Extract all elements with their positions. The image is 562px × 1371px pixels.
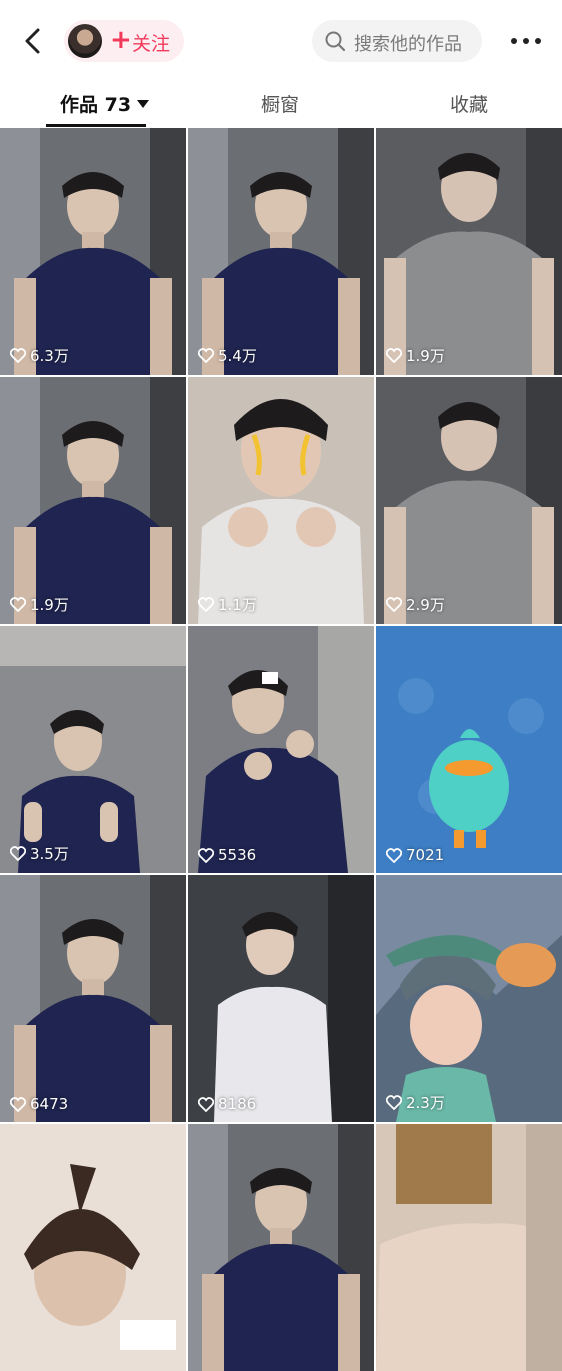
tab-works[interactable]: 作品 73: [60, 90, 150, 117]
thumbnail-image: [0, 1124, 186, 1371]
like-count: 6473: [10, 1095, 68, 1113]
thumbnail-image: [188, 377, 374, 624]
video-thumbnail[interactable]: [0, 1124, 186, 1371]
follow-button[interactable]: + 关注: [64, 20, 184, 62]
active-tab-indicator: [46, 124, 146, 127]
like-count-text: 5536: [218, 846, 257, 864]
tab-works-label: 作品 73: [60, 94, 132, 116]
thumbnail-image: [376, 626, 562, 873]
video-thumbnail[interactable]: 1.9万: [376, 128, 562, 375]
tab-favorites-label: 收藏: [450, 94, 489, 116]
like-count: 7021: [386, 846, 444, 864]
thumbnail-image: [376, 1124, 562, 1371]
like-count-text: 7021: [406, 846, 445, 864]
heart-icon: [10, 1096, 26, 1112]
like-count: 5536: [198, 846, 256, 864]
heart-icon: [198, 1096, 214, 1112]
video-thumbnail[interactable]: 6.3万: [0, 128, 186, 375]
heart-icon: [10, 597, 26, 612]
heart-icon: [386, 597, 402, 612]
video-thumbnail[interactable]: [376, 1124, 562, 1371]
more-options-icon[interactable]: [508, 26, 544, 56]
video-thumbnail[interactable]: 1.1万: [188, 377, 374, 624]
thumbnail-image: [0, 128, 186, 375]
video-thumbnail[interactable]: 3.5万: [0, 626, 186, 873]
heart-icon: [386, 847, 402, 863]
video-thumbnail[interactable]: 1.9万: [0, 377, 186, 624]
video-thumbnail[interactable]: 2.3万: [376, 875, 562, 1122]
like-count-text: 6.3万: [30, 347, 69, 365]
thumbnail-image: [376, 875, 562, 1122]
like-count-text: 3.5万: [30, 845, 69, 863]
like-count: 6.3万: [10, 345, 69, 366]
like-count: 8186: [198, 1095, 256, 1113]
like-count-text: 2.3万: [406, 1094, 445, 1112]
video-thumbnail[interactable]: [188, 1124, 374, 1371]
like-count-text: 6473: [30, 1095, 69, 1113]
like-count-text: 1.1万: [218, 596, 257, 614]
search-icon: [325, 31, 346, 52]
thumbnail-image: [0, 626, 186, 873]
like-count: 1.9万: [386, 345, 445, 366]
video-thumbnail[interactable]: 8186: [188, 875, 374, 1122]
thumbnail-image: [188, 128, 374, 375]
video-thumbnail[interactable]: 5536: [188, 626, 374, 873]
heart-icon: [198, 597, 214, 612]
follow-label: 关注: [132, 33, 171, 55]
video-thumbnail[interactable]: 2.9万: [376, 377, 562, 624]
avatar[interactable]: [68, 24, 102, 58]
thumbnail-image: [376, 128, 562, 375]
thumbnail-image: [376, 377, 562, 624]
thumbnail-image: [0, 875, 186, 1122]
like-count: 5.4万: [198, 345, 257, 366]
thumbnail-image: [188, 1124, 374, 1371]
like-count: 2.9万: [386, 594, 445, 615]
like-count: 1.9万: [10, 594, 69, 615]
heart-icon: [198, 348, 214, 363]
like-count-text: 8186: [218, 1095, 257, 1113]
profile-tabs: 作品 73 橱窗 收藏: [0, 82, 562, 128]
video-grid: 6.3万 5.4万 1.9万 1.9万 1.1万 2.9万 3.5万 5536 …: [0, 128, 562, 1371]
video-thumbnail[interactable]: 6473: [0, 875, 186, 1122]
like-count-text: 5.4万: [218, 347, 257, 365]
thumbnail-image: [188, 626, 374, 873]
tab-showcase[interactable]: 橱窗: [261, 90, 299, 117]
heart-icon: [198, 847, 214, 863]
like-count: 3.5万: [10, 843, 69, 864]
back-arrow-icon[interactable]: [18, 26, 48, 56]
tab-favorites[interactable]: 收藏: [450, 90, 488, 117]
like-count: 1.1万: [198, 594, 257, 615]
heart-icon: [386, 1095, 402, 1110]
search-input[interactable]: 搜索他的作品: [312, 20, 482, 62]
thumbnail-image: [0, 377, 186, 624]
video-thumbnail[interactable]: 7021: [376, 626, 562, 873]
search-placeholder: 搜索他的作品: [354, 34, 462, 55]
heart-icon: [10, 846, 26, 861]
plus-icon: +: [110, 25, 132, 55]
like-count: 2.3万: [386, 1092, 445, 1113]
like-count-text: 1.9万: [30, 596, 69, 614]
like-count-text: 1.9万: [406, 347, 445, 365]
like-count-text: 2.9万: [406, 596, 445, 614]
thumbnail-image: [188, 875, 374, 1122]
heart-icon: [386, 348, 402, 363]
dropdown-caret-icon[interactable]: [137, 100, 150, 108]
heart-icon: [10, 348, 26, 363]
tab-showcase-label: 橱窗: [261, 94, 300, 116]
top-bar: + 关注 搜索他的作品: [0, 0, 562, 82]
video-thumbnail[interactable]: 5.4万: [188, 128, 374, 375]
